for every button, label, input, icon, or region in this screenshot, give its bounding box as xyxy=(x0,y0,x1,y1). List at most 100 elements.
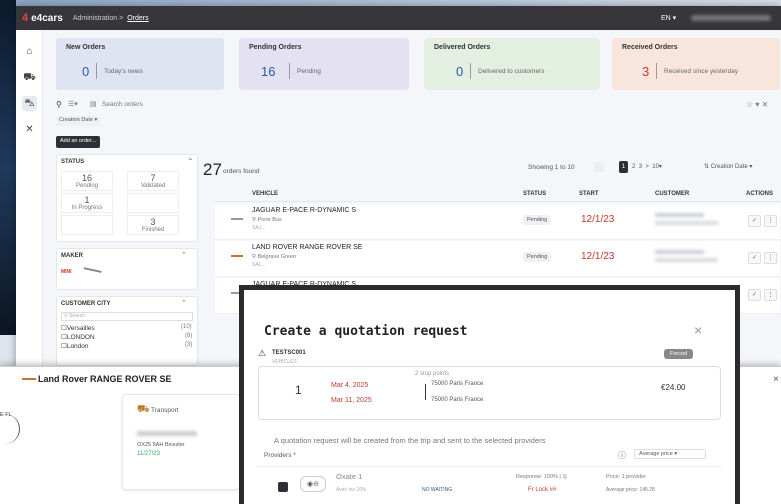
page-3-button[interactable]: 3 xyxy=(639,164,642,170)
col-status[interactable]: STATUS xyxy=(523,191,546,197)
view-icon[interactable]: ▤ xyxy=(90,100,97,108)
status-in-progress[interactable]: 1 In Progress xyxy=(61,193,113,213)
trip-summary[interactable]: 1 Mar 4, 2025 Mar 11, 2025 2 stop points… xyxy=(258,366,721,420)
transport-icon: ⛟ xyxy=(137,404,150,415)
transport-date: 11/27/23 xyxy=(137,451,160,457)
page-2-button[interactable]: 2 xyxy=(632,164,635,170)
status-validated[interactable]: 7 Validated xyxy=(127,171,179,191)
card-subtitle: Today's news xyxy=(104,68,143,75)
col-start[interactable]: START xyxy=(579,191,599,197)
card-received-orders[interactable]: Received Orders 3 Received since yesterd… xyxy=(612,38,780,90)
more-icon[interactable]: ⋮ xyxy=(764,252,777,264)
card-divider xyxy=(96,63,97,79)
provider-price: Fr Lock ## xyxy=(528,487,557,493)
prev-page-button[interactable] xyxy=(594,162,604,172)
stat-label: In Progress xyxy=(71,205,103,211)
providers-label: Providers * xyxy=(264,452,296,459)
city-item[interactable]: ☐LONDON xyxy=(61,333,95,341)
stat-label: Validated xyxy=(140,183,166,189)
collapse-icon[interactable]: ⌃ xyxy=(187,157,194,166)
star-icon[interactable]: ☆ ▾ ✕ xyxy=(746,100,768,109)
card-count: 16 xyxy=(261,64,276,79)
detail-title: Land Rover RANGE ROVER SE xyxy=(38,374,172,384)
stat-value: 3 xyxy=(150,217,156,227)
breadcrumb: Administration > Orders xyxy=(73,15,149,22)
vehicle-location: ⚲ Porte Bus xyxy=(252,217,282,223)
city-filter-panel: CUSTOMER CITY ⌃ ⚲ Search ☐Versailles (10… xyxy=(56,296,198,366)
language-select[interactable]: EN ▾ xyxy=(661,14,676,22)
table-row[interactable]: LAND ROVER RANGE ROVER SE ⚲ Belgrave Gre… xyxy=(215,241,780,277)
search-input[interactable] xyxy=(102,99,402,110)
card-delivered-orders[interactable]: Delivered Orders 0 Delivered to customer… xyxy=(424,38,600,90)
city-name: Versailles xyxy=(66,325,95,332)
breadcrumb-separator: > xyxy=(119,14,124,22)
trip-index: 1 xyxy=(295,383,302,397)
card-pending-orders[interactable]: Pending Orders 16 Pending xyxy=(239,38,409,90)
car-thumb xyxy=(231,255,243,257)
transport-address: OX25 5AH Bicester xyxy=(137,442,185,448)
col-vehicle[interactable]: VEHICLE xyxy=(252,191,278,197)
provider-sort-select[interactable]: Average price ▾ xyxy=(634,449,706,459)
sort-select[interactable]: ⇅ Creation Date ▾ xyxy=(704,163,752,170)
page-size-select[interactable]: 10 xyxy=(652,164,659,170)
vehicle-label: TESTSC001 xyxy=(272,350,306,356)
provider-logo: ◉⊖ xyxy=(300,476,326,492)
forced-badge: Forced xyxy=(664,349,694,359)
breadcrumb-orders[interactable]: Orders xyxy=(127,15,148,22)
card-divider xyxy=(289,63,290,79)
breadcrumb-admin[interactable]: Administration xyxy=(73,15,117,22)
transport-card[interactable]: ⛟ Transport OX25 5AH Bicester 11/27/23 xyxy=(122,394,240,490)
status-empty-2[interactable] xyxy=(61,215,113,235)
background-window-edge xyxy=(0,0,16,335)
table-row[interactable]: JAGUAR E-PACE R-DYNAMIC S ⚲ Porte Bus SA… xyxy=(215,204,780,240)
page-1-button[interactable]: 1 xyxy=(619,161,628,173)
more-icon[interactable]: ⋮ xyxy=(764,289,777,301)
user-menu[interactable] xyxy=(691,15,771,21)
close-icon[interactable]: × xyxy=(694,322,702,338)
maker-logo-mini[interactable]: MINI xyxy=(61,269,79,277)
card-divider xyxy=(656,63,657,79)
card-title: Received Orders xyxy=(622,44,678,51)
truck-icon[interactable]: ⛟ xyxy=(22,70,37,85)
place-to: 75000 Paris France xyxy=(431,397,484,403)
maker-filter-panel: MAKER ⌃ MINI xyxy=(56,248,198,290)
modal-title: Create a quotation request xyxy=(264,324,468,339)
filter-icon[interactable]: ☰▾ xyxy=(68,100,78,108)
status-empty-1[interactable] xyxy=(127,193,179,213)
card-new-orders[interactable]: New Orders 0 Today's news xyxy=(56,38,224,90)
tools-icon[interactable]: ✕ xyxy=(22,122,37,137)
location-text: Belgrave Green xyxy=(257,254,297,260)
home-icon[interactable]: ⌂ xyxy=(22,44,37,59)
col-actions[interactable]: ACTIONS xyxy=(746,191,773,197)
more-icon[interactable]: ⋮ xyxy=(764,215,777,227)
stat-value: 7 xyxy=(150,173,156,183)
maker-logo-jaguar[interactable] xyxy=(82,267,102,279)
provider-price-info: Price: 1 provider xyxy=(606,474,647,480)
collapse-icon[interactable]: ⌃ xyxy=(181,251,187,259)
status-finished[interactable]: 3 Finished xyxy=(127,215,179,235)
close-icon[interactable]: × xyxy=(773,374,779,385)
sort-chip[interactable]: Creation Date ▾ xyxy=(56,116,101,126)
collapse-icon[interactable]: ⌃ xyxy=(181,299,187,307)
check-icon[interactable]: ✓ xyxy=(748,252,761,264)
table-header: VEHICLE STATUS START CUSTOMER ACTIONS xyxy=(215,186,780,202)
add-order-button[interactable]: Add an order... xyxy=(56,136,101,148)
car-thumb xyxy=(22,378,36,380)
pagination-summary: Showing 1 to 10 xyxy=(528,164,575,171)
provider-response: Response: 100% | 1j xyxy=(516,474,567,480)
stat-label: Pending xyxy=(75,183,99,189)
city-item[interactable]: ☐London xyxy=(61,342,89,350)
provider-checkbox[interactable] xyxy=(278,482,288,492)
city-search-input[interactable]: ⚲ Search xyxy=(61,312,193,321)
car-icon[interactable]: ⛍ xyxy=(22,96,37,111)
sort-select-label: Creation Date xyxy=(710,164,748,170)
next-page-button[interactable]: > xyxy=(645,164,649,170)
check-icon[interactable]: ✓ xyxy=(748,215,761,227)
check-icon[interactable]: ✓ xyxy=(748,289,761,301)
card-title: Delivered Orders xyxy=(434,44,491,51)
status-pending[interactable]: 16 Pending xyxy=(61,171,113,191)
col-customer[interactable]: CUSTOMER xyxy=(655,191,689,197)
app-logo[interactable]: 4 e4cars xyxy=(22,12,63,24)
orders-count-label: orders found xyxy=(223,168,260,175)
city-item[interactable]: ☐Versailles xyxy=(61,324,95,332)
